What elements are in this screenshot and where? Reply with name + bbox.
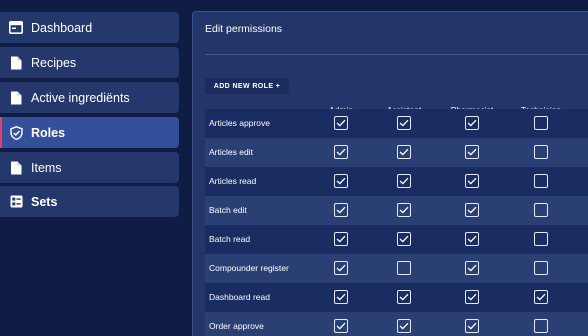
checkbox-pharmacist[interactable] [465,174,479,188]
sidebar: Dashboard Recipes Active ingrediënts Roles I… [0,0,180,336]
checkmark-icon [399,177,409,185]
checkmark-icon [399,235,409,243]
document-icon [9,91,23,105]
permission-name: Articles read [209,176,257,186]
permission-row: Dashboard read [205,283,588,312]
document-icon [9,161,23,175]
sidebar-item-label: Roles [31,125,66,140]
checkbox-admin[interactable] [334,232,348,246]
sidebar-item-label: Dashboard [31,20,93,35]
sidebar-item-label: Active ingrediënts [31,90,130,105]
sidebar-item-roles[interactable]: Roles [0,117,179,148]
checkmark-icon [467,148,477,156]
dashboard-icon [9,21,23,35]
checkmark-icon [399,119,409,127]
checkbox-assistant[interactable] [397,145,411,159]
checkmark-icon [467,119,477,127]
checkbox-technician[interactable] [534,232,548,246]
permission-row: Articles approve [205,109,588,138]
checkbox-admin[interactable] [334,290,348,304]
checkmark-icon [467,293,477,301]
checkbox-pharmacist[interactable] [465,203,479,217]
checkmark-icon [399,206,409,214]
checkmark-icon [336,119,346,127]
checkbox-assistant[interactable] [397,116,411,130]
checkbox-technician[interactable] [534,116,548,130]
checkbox-assistant[interactable] [397,261,411,275]
permission-row: Batch read [205,225,588,254]
checkmark-icon [467,235,477,243]
panel-title: Edit permissions [205,23,283,35]
checkmark-icon [467,206,477,214]
checkbox-admin[interactable] [334,174,348,188]
checkbox-assistant[interactable] [397,232,411,246]
checkbox-pharmacist[interactable] [465,232,479,246]
edit-permissions-panel: Edit permissions ADD NEW ROLE + AdminAss… [192,11,588,336]
checkbox-admin[interactable] [334,145,348,159]
permission-name: Articles edit [209,147,253,157]
permission-row: Batch edit [205,196,588,225]
checkbox-admin[interactable] [334,116,348,130]
permission-name: Compounder register [209,263,289,273]
checkbox-admin[interactable] [334,319,348,333]
permission-row: Compounder register [205,254,588,283]
checkbox-pharmacist[interactable] [465,116,479,130]
checkmark-icon [336,206,346,214]
checkmark-icon [399,148,409,156]
permission-row: Articles edit [205,138,588,167]
sidebar-item-sets[interactable]: Sets [0,186,179,217]
checkmark-icon [336,177,346,185]
checkbox-admin[interactable] [334,203,348,217]
checkbox-pharmacist[interactable] [465,261,479,275]
sidebar-item-active[interactable]: Active ingrediënts [0,82,179,113]
checkmark-icon [536,293,546,301]
checkmark-icon [399,322,409,330]
sidebar-item-items[interactable]: Items [0,152,179,183]
divider [205,54,588,55]
sidebar-item-label: Sets [31,194,58,209]
permission-name: Articles approve [209,118,270,128]
checkbox-assistant[interactable] [397,174,411,188]
sidebar-item-label: Items [31,160,62,175]
permission-name: Dashboard read [209,292,270,302]
checkbox-technician[interactable] [534,290,548,304]
checkbox-technician[interactable] [534,319,548,333]
checkbox-assistant[interactable] [397,319,411,333]
checkmark-icon [336,293,346,301]
checkbox-technician[interactable] [534,145,548,159]
checkbox-technician[interactable] [534,203,548,217]
checkmark-icon [336,235,346,243]
sidebar-item-dashboard[interactable]: Dashboard [0,12,179,43]
add-new-role-button[interactable]: ADD NEW ROLE + [205,78,289,94]
checkmark-icon [336,264,346,272]
checkbox-assistant[interactable] [397,203,411,217]
checkbox-technician[interactable] [534,174,548,188]
checkbox-pharmacist[interactable] [465,145,479,159]
checkbox-admin[interactable] [334,261,348,275]
checkmark-icon [467,264,477,272]
checkmark-icon [467,177,477,185]
checkbox-pharmacist[interactable] [465,319,479,333]
checkmark-icon [467,322,477,330]
checkbox-technician[interactable] [534,261,548,275]
permission-row: Articles read [205,167,588,196]
sidebar-item-recipes[interactable]: Recipes [0,47,179,78]
permission-name: Batch read [209,234,251,244]
permission-name: Batch edit [209,205,247,215]
checkbox-pharmacist[interactable] [465,290,479,304]
checkmark-icon [336,148,346,156]
document-icon [9,56,23,70]
permission-row: Order approve [205,312,588,336]
shield-check-icon [9,125,23,140]
checkbox-assistant[interactable] [397,290,411,304]
sidebar-item-label: Recipes [31,55,77,70]
list-icon [9,195,23,209]
checkmark-icon [336,322,346,330]
permission-name: Order approve [209,321,264,331]
checkmark-icon [399,293,409,301]
